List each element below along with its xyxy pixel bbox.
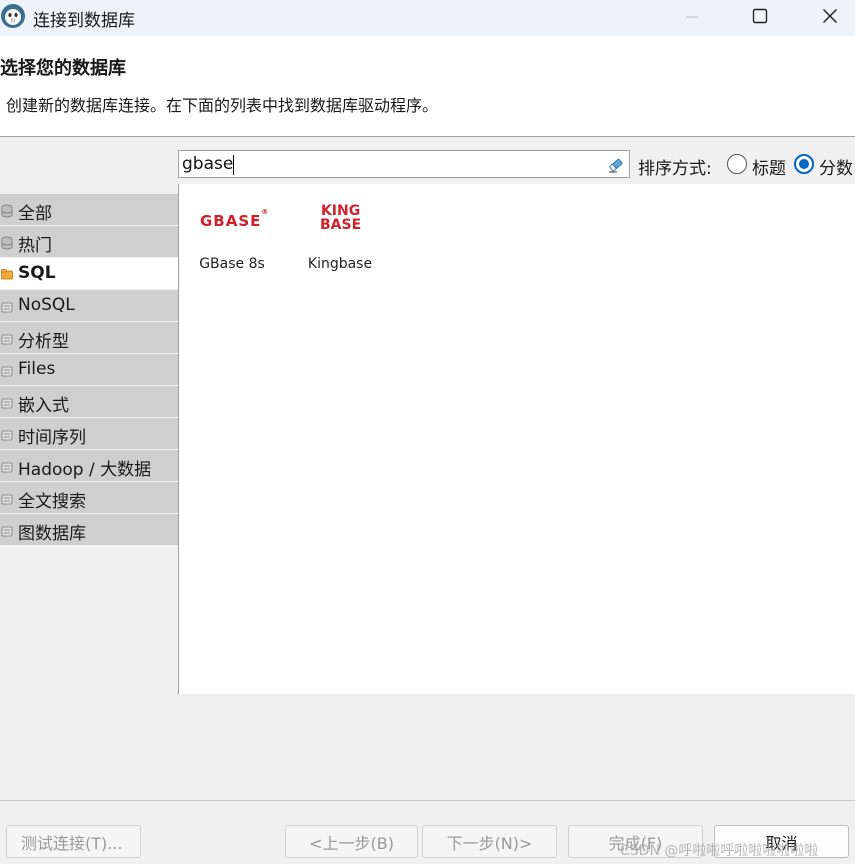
category-popular[interactable]: 热门 xyxy=(0,226,178,258)
text-caret xyxy=(233,155,234,175)
category-graph[interactable]: 图数据库 xyxy=(0,514,178,546)
database-icon xyxy=(1,235,13,250)
category-hadoop[interactable]: Hadoop / 大数据 xyxy=(0,450,178,482)
sort-by-title-radio[interactable] xyxy=(727,154,747,174)
database-icon xyxy=(1,427,13,441)
category-sidebar: 全部 热门 SQL NoSQL 分析型 Files 嵌入式 时间序列 Hadoo… xyxy=(0,194,178,546)
database-icon xyxy=(1,299,13,313)
category-label: 全文搜索 xyxy=(18,492,86,512)
database-icon xyxy=(1,395,13,409)
window-titlebar: 连接到数据库 xyxy=(0,0,855,36)
wizard-header: 选择您的数据库 创建新的数据库连接。在下面的列表中找到数据库驱动程序。 xyxy=(0,36,855,137)
maximize-icon xyxy=(752,8,768,28)
filter-row: gbase 排序方式: 标题 分数 xyxy=(0,138,855,184)
category-label: 图数据库 xyxy=(18,524,86,544)
category-files[interactable]: Files xyxy=(0,354,178,386)
category-embedded[interactable]: 嵌入式 xyxy=(0,386,178,418)
test-connection-button[interactable]: 测试连接(T)... xyxy=(6,825,141,858)
sort-label: 排序方式: xyxy=(638,159,712,179)
database-icon xyxy=(1,523,13,537)
page-description: 创建新的数据库连接。在下面的列表中找到数据库驱动程序。 xyxy=(6,96,439,115)
search-input-value: gbase xyxy=(182,154,234,174)
watermark: CSDN @呼啦啦呼啦啦啦啦啦啦 xyxy=(620,843,819,859)
sort-by-title-label[interactable]: 标题 xyxy=(752,154,786,179)
category-fulltext[interactable]: 全文搜索 xyxy=(0,482,178,514)
driver-name: Kingbase xyxy=(307,256,373,272)
database-icon xyxy=(1,331,13,345)
driver-grid: GBASE® GBase 8s KING BASE Kingbase xyxy=(178,184,855,694)
category-analytical[interactable]: 分析型 xyxy=(0,322,178,354)
gbase-logo: GBASE® xyxy=(200,208,270,230)
driver-kingbase[interactable]: KING BASE Kingbase xyxy=(290,198,390,278)
footer-separator xyxy=(0,800,855,801)
category-label: NoSQL xyxy=(18,295,75,315)
category-label: 分析型 xyxy=(18,332,69,352)
page-title: 选择您的数据库 xyxy=(0,58,126,79)
category-label: 嵌入式 xyxy=(18,396,69,416)
next-button[interactable]: 下一步(N)> xyxy=(422,825,557,858)
database-icon xyxy=(1,459,13,473)
database-icon xyxy=(1,203,13,218)
close-button[interactable] xyxy=(800,0,855,36)
category-all[interactable]: 全部 xyxy=(0,194,178,226)
category-sql[interactable]: SQL xyxy=(0,258,178,290)
category-label: 时间序列 xyxy=(18,428,86,448)
driver-gbase8s[interactable]: GBASE® GBase 8s xyxy=(182,198,282,278)
minimize-icon xyxy=(685,9,699,28)
window-title: 连接到数据库 xyxy=(33,11,135,31)
clear-search-icon[interactable] xyxy=(607,156,625,174)
maximize-button[interactable] xyxy=(730,0,790,36)
category-label: 全部 xyxy=(18,204,52,224)
driver-search-input[interactable]: gbase xyxy=(178,150,630,178)
category-timeseries[interactable]: 时间序列 xyxy=(0,418,178,450)
minimize-button[interactable] xyxy=(662,0,722,36)
close-icon xyxy=(822,8,838,28)
sort-by-score-radio[interactable] xyxy=(794,154,814,174)
driver-name: GBase 8s xyxy=(199,256,265,272)
database-icon xyxy=(1,363,13,377)
folder-database-icon xyxy=(1,267,13,281)
category-nosql[interactable]: NoSQL xyxy=(0,290,178,322)
database-icon xyxy=(1,491,13,505)
category-label: 热门 xyxy=(18,236,52,256)
dbeaver-app-icon xyxy=(0,3,26,29)
category-label: SQL xyxy=(18,263,56,283)
back-button[interactable]: <上一步(B) xyxy=(285,825,418,858)
category-label: Files xyxy=(18,359,56,379)
kingbase-logo: KING BASE xyxy=(320,203,362,233)
category-label: Hadoop / 大数据 xyxy=(18,460,152,480)
sort-by-score-label[interactable]: 分数 xyxy=(819,154,853,179)
